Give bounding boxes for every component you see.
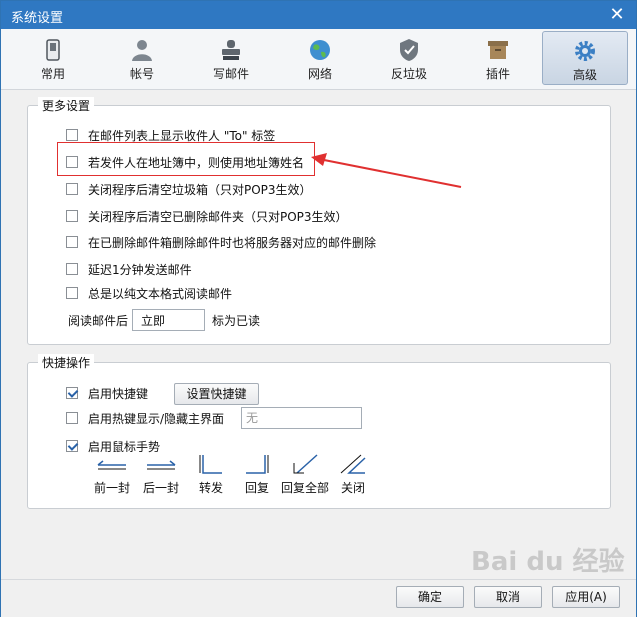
down-left-gesture-icon	[246, 455, 269, 474]
tab-network[interactable]: 网络	[277, 31, 363, 85]
checkbox[interactable]	[66, 263, 78, 275]
checkbox[interactable]	[66, 387, 78, 399]
checkbox[interactable]	[66, 210, 78, 222]
close-icon[interactable]: ✕	[606, 4, 628, 26]
phone-icon	[46, 39, 60, 61]
gesture-label: 回复全部	[280, 481, 329, 495]
gesture-label: 回复	[244, 481, 269, 495]
gesture-label: 关闭	[340, 481, 365, 495]
read-after-label: 阅读邮件后	[68, 314, 129, 328]
option-label: 关闭程序后清空垃圾箱（只对POP3生效）	[88, 183, 312, 197]
option-label: 启用鼠标手势	[88, 440, 161, 454]
user-icon	[132, 40, 152, 61]
gear-icon	[575, 41, 595, 61]
title-bar: 系统设置 ✕	[1, 1, 636, 29]
tab-compose[interactable]: 写邮件	[188, 31, 274, 85]
annotation-arrow	[311, 153, 462, 188]
option-label: 启用热键显示/隐藏主界面	[88, 412, 225, 426]
checkbox[interactable]	[66, 287, 78, 299]
tab-label: 常用	[40, 67, 65, 81]
tab-plugins[interactable]: 插件	[455, 31, 541, 85]
option-label: 在已删除邮件箱删除邮件时也将服务器对应的邮件删除	[88, 236, 377, 250]
dialog-footer: 确定 取消 应用(A)	[1, 579, 636, 617]
apply-button[interactable]: 应用(A)	[552, 586, 620, 608]
ok-button[interactable]: 确定	[396, 586, 464, 608]
gesture-next: 后一封	[136, 455, 186, 496]
tab-label: 插件	[485, 67, 510, 81]
down-right-gesture-icon	[199, 455, 222, 474]
option-label: 总是以纯文本格式阅读邮件	[88, 287, 233, 301]
window-title: 系统设置	[11, 11, 64, 26]
checkbox[interactable]	[66, 412, 78, 424]
arrow-right-gesture-icon	[147, 460, 176, 470]
group-title: 快捷操作	[38, 354, 95, 371]
option-label: 启用快捷键	[88, 387, 149, 401]
tab-label: 反垃圾	[390, 67, 427, 81]
settings-window: 系统设置 ✕ 常用 帐号 写邮件 网络 反垃圾 插件 高级 更多设置 在邮件列表…	[0, 0, 637, 617]
checkbox[interactable]	[66, 440, 78, 452]
gesture-label: 前一封	[93, 481, 130, 495]
option-label: 关闭程序后清空已删除邮件夹（只对POP3生效）	[88, 210, 348, 224]
read-after-select[interactable]: 立即	[132, 309, 205, 331]
select-value: 立即	[141, 314, 166, 328]
tab-antispam[interactable]: 反垃圾	[366, 31, 452, 85]
gesture-reply-all: 回复全部	[280, 453, 330, 496]
tab-account[interactable]: 帐号	[99, 31, 185, 85]
cancel-button[interactable]: 取消	[474, 586, 542, 608]
stamp-icon	[222, 40, 240, 60]
diagonal-line-gesture-icon	[340, 454, 366, 474]
option-label: 延迟1分钟发送邮件	[88, 263, 192, 277]
tab-general[interactable]: 常用	[10, 31, 96, 85]
diagonal-gesture-icon	[293, 454, 318, 474]
gesture-reply: 回复	[232, 453, 282, 496]
settings-tabs: 常用 帐号 写邮件 网络 反垃圾 插件 高级	[1, 29, 636, 90]
tab-advanced[interactable]: 高级	[542, 31, 628, 85]
checkbox[interactable]	[66, 129, 78, 141]
gesture-previous: 前一封	[87, 455, 137, 496]
annotation-highlight-box	[57, 142, 315, 176]
gesture-forward: 转发	[186, 453, 236, 496]
tab-label: 写邮件	[212, 67, 249, 81]
globe-icon	[310, 40, 330, 60]
gesture-close: 关闭	[328, 453, 378, 496]
tab-label: 帐号	[129, 67, 154, 81]
hotkey-input[interactable]: 无	[241, 407, 362, 429]
shield-icon	[400, 39, 418, 61]
box-icon	[488, 41, 508, 59]
more-settings-group: 更多设置 在邮件列表上显示收件人 "To" 标签 若发件人在地址簿中，则使用地址…	[27, 97, 611, 345]
group-title: 更多设置	[38, 97, 95, 114]
tab-label: 网络	[307, 67, 332, 81]
baidu-watermark: Bai du 经验	[471, 547, 625, 577]
gesture-label: 转发	[198, 481, 223, 495]
tab-label: 高级	[572, 68, 597, 82]
set-hotkeys-button[interactable]: 设置快捷键	[174, 383, 259, 405]
checkbox[interactable]	[66, 183, 78, 195]
shortcuts-group: 快捷操作 启用快捷键 设置快捷键 启用热键显示/隐藏主界面 无 启用鼠标手势 前…	[27, 354, 611, 509]
mark-read-label: 标为已读	[212, 314, 261, 328]
gesture-label: 后一封	[142, 481, 179, 495]
checkbox[interactable]	[66, 236, 78, 248]
arrow-left-gesture-icon	[97, 460, 126, 470]
